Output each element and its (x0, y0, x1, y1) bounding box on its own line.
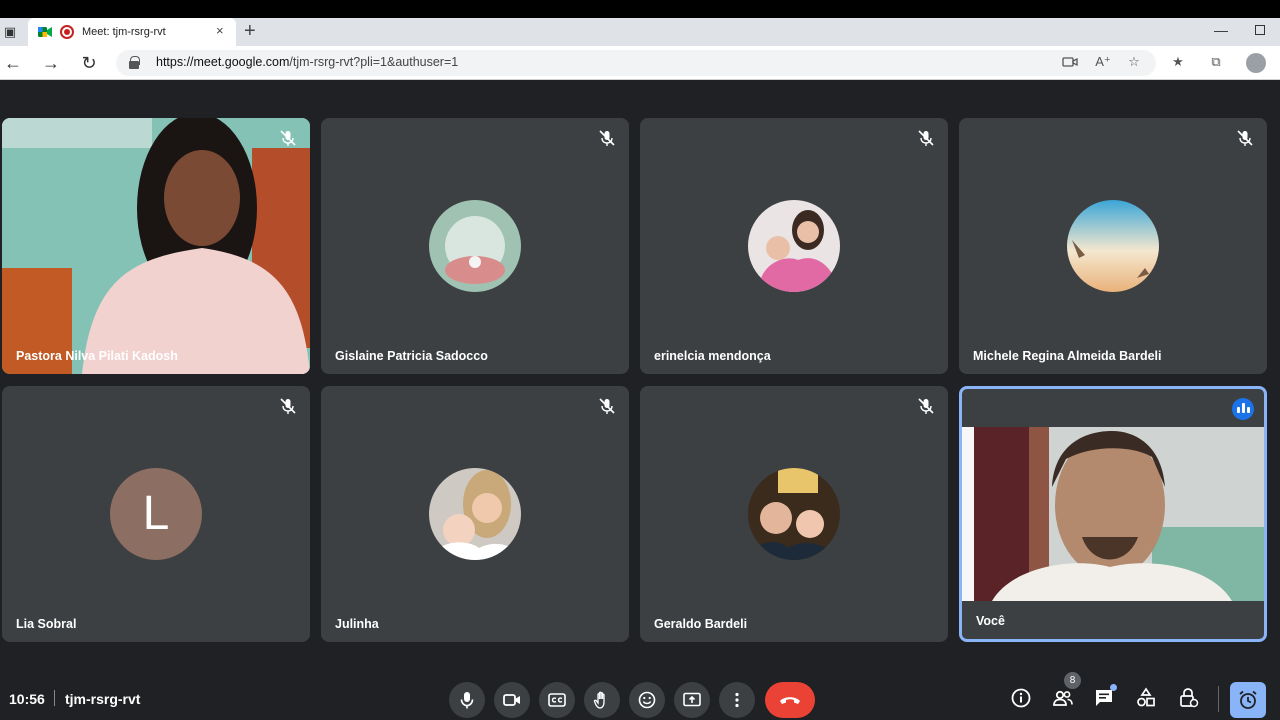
participant-avatar (748, 468, 840, 560)
present-screen-button[interactable] (674, 682, 710, 718)
participant-name: Pastora Nilva Pilati Kadosh (16, 349, 178, 363)
meeting-details-button[interactable] (1009, 686, 1033, 710)
muted-mic-icon (1235, 128, 1255, 148)
meeting-code: tjm-rsrg-rvt (65, 691, 141, 707)
participant-avatar (429, 200, 521, 292)
participant-name: Lia Sobral (16, 617, 77, 631)
microphone-icon (460, 692, 474, 709)
favorites-list-icon[interactable]: ★ (1170, 54, 1186, 70)
divider (54, 690, 55, 706)
participant-avatar-letter: L (110, 468, 202, 560)
muted-mic-icon (597, 396, 617, 416)
participant-avatar (429, 468, 521, 560)
participant-tile[interactable]: Pastora Nilva Pilati Kadosh (2, 118, 310, 374)
browser-tab[interactable]: Meet: tjm-rsrg-rvt × (28, 18, 236, 46)
muted-mic-icon (278, 128, 298, 148)
captions-icon (548, 693, 566, 707)
profile-avatar[interactable] (1246, 53, 1266, 73)
minimize-button[interactable]: — (1214, 22, 1228, 38)
reactions-button[interactable] (629, 682, 665, 718)
self-video (962, 427, 1264, 601)
participant-tile[interactable]: Julinha (321, 386, 629, 642)
read-aloud-icon[interactable]: A⁺ (1095, 54, 1111, 70)
participant-tile[interactable]: L Lia Sobral (2, 386, 310, 642)
host-controls-button[interactable] (1176, 686, 1200, 710)
activities-icon (1137, 687, 1155, 707)
divider (1218, 686, 1219, 712)
top-strip (0, 0, 1280, 18)
back-icon[interactable]: ← (2, 52, 24, 74)
url-field[interactable]: https://meet.google.com/tjm-rsrg-rvt?pli… (116, 50, 1156, 76)
camera-icon (503, 694, 520, 706)
camera-permission-icon[interactable] (1062, 54, 1078, 70)
lock-person-icon (1180, 688, 1199, 708)
maximize-button[interactable] (1255, 25, 1265, 35)
microphone-button[interactable] (449, 682, 485, 718)
info-icon (1011, 688, 1031, 708)
raise-hand-button[interactable] (584, 682, 620, 718)
more-options-button[interactable] (719, 682, 755, 718)
participant-tile[interactable]: erinelcia mendonça (640, 118, 948, 374)
participant-name: Geraldo Bardeli (654, 617, 748, 631)
participant-tile[interactable]: Gislaine Patricia Sadocco (321, 118, 629, 374)
lock-icon (129, 56, 140, 69)
participant-tile[interactable]: Michele Regina Almeida Bardeli (959, 118, 1267, 374)
muted-mic-icon (916, 128, 936, 148)
alarm-clock-icon (1239, 690, 1257, 709)
favorite-star-icon[interactable]: ☆ (1126, 54, 1142, 70)
participant-avatar (1067, 200, 1159, 292)
camera-button[interactable] (494, 682, 530, 718)
more-vert-icon (735, 692, 739, 708)
muted-mic-icon (916, 396, 936, 416)
people-button[interactable] (1051, 686, 1075, 710)
participant-tile[interactable]: Geraldo Bardeli (640, 386, 948, 642)
url-text: https://meet.google.com/tjm-rsrg-rvt?pli… (156, 55, 459, 69)
captions-button[interactable] (539, 682, 575, 718)
emoji-icon (638, 691, 656, 709)
tab-title: Meet: tjm-rsrg-rvt (82, 26, 166, 38)
participant-name: Michele Regina Almeida Bardeli (973, 349, 1162, 363)
meeting-time: 10:56 (9, 691, 45, 707)
recording-icon (60, 25, 74, 39)
people-icon (1053, 690, 1073, 706)
tab-close-icon[interactable]: × (216, 23, 224, 38)
present-icon (683, 692, 701, 707)
new-tab-button[interactable]: + (244, 20, 256, 43)
browser-tab-bar: ▣ Meet: tjm-rsrg-rvt × + — (0, 18, 1280, 46)
hand-icon (593, 691, 605, 709)
activities-button[interactable] (1134, 686, 1158, 710)
meet-favicon-icon (38, 27, 52, 37)
participant-name: Julinha (335, 617, 379, 631)
participant-name: Gislaine Patricia Sadocco (335, 349, 488, 363)
participant-name: Você (976, 614, 1005, 628)
chat-notification-dot (1110, 684, 1117, 691)
hangup-icon (780, 697, 800, 704)
participant-avatar (748, 200, 840, 292)
tab-actions-icon[interactable]: ▣ (2, 24, 18, 40)
forward-icon[interactable]: → (40, 52, 62, 74)
address-bar: ← → ↻ https://meet.google.com/tjm-rsrg-r… (0, 46, 1280, 80)
reload-icon[interactable]: ↻ (78, 52, 100, 74)
collections-icon[interactable]: ⧉ (1208, 54, 1224, 70)
muted-mic-icon (278, 396, 298, 416)
timer-button[interactable] (1230, 682, 1266, 718)
meeting-control-bar: 10:56 tjm-rsrg-rvt 8 (0, 672, 1280, 720)
participant-video (2, 118, 310, 374)
speaking-indicator-icon (1232, 398, 1254, 420)
people-count-badge: 8 (1064, 672, 1081, 689)
participant-name: erinelcia mendonça (654, 349, 771, 363)
self-participant-tile[interactable]: Você (959, 386, 1267, 642)
leave-call-button[interactable] (765, 682, 815, 718)
muted-mic-icon (597, 128, 617, 148)
